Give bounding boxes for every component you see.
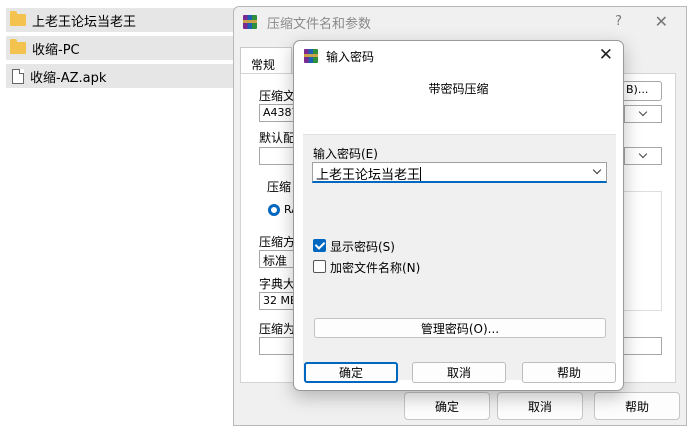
- text-caret: [420, 167, 422, 181]
- screen: 上老王论坛当老王 收缩-PC 收缩-AZ.apk 压缩文件名和参数 ? ✕ 常规…: [0, 0, 687, 426]
- encrypt-file-names-label: 加密文件名称(N): [330, 261, 421, 275]
- archive-name-label: 压缩文: [259, 89, 296, 103]
- folder-icon: [10, 11, 26, 26]
- file-icon: [12, 68, 24, 84]
- encrypt-file-names-checkbox[interactable]: [313, 260, 326, 273]
- folder-icon: [10, 39, 26, 54]
- file-name: 上老王论坛当老王: [32, 14, 137, 30]
- archive-dialog-title: 压缩文件名和参数: [267, 16, 372, 32]
- file-item-folder-1[interactable]: 上老王论坛当老王: [6, 8, 234, 32]
- browse-button[interactable]: B)...: [622, 81, 662, 101]
- chevron-down-icon[interactable]: [592, 165, 602, 175]
- archive-ok-button[interactable]: 确定: [404, 392, 490, 420]
- winrar-icon: [304, 49, 318, 63]
- enter-password-dialog: 输入密码 ✕ 带密码压缩 输入密码(E) 上老王论坛当老王 显示密码(S) 加密…: [293, 40, 624, 391]
- file-item-folder-2[interactable]: 收缩-PC: [6, 36, 234, 60]
- archive-name-dropdown[interactable]: [624, 105, 662, 123]
- close-icon[interactable]: ✕: [599, 45, 613, 65]
- password-ok-button[interactable]: 确定: [304, 362, 398, 383]
- file-name: 收缩-AZ.apk: [30, 70, 107, 86]
- winrar-icon: [243, 15, 257, 29]
- password-cancel-button[interactable]: 取消: [412, 362, 506, 383]
- password-dialog-body: 输入密码(E) 上老王论坛当老王 显示密码(S) 加密文件名称(N) 管理密码(…: [303, 134, 616, 380]
- password-help-button[interactable]: 帮助: [522, 362, 616, 383]
- show-password-checkbox[interactable]: [313, 239, 326, 252]
- format-group-label: 压缩: [267, 180, 292, 194]
- password-label: 输入密码(E): [313, 147, 378, 161]
- split-volumes-label: 压缩为: [259, 322, 296, 336]
- update-mode-dropdown[interactable]: [624, 147, 662, 165]
- set-password-area[interactable]: [622, 337, 662, 355]
- archive-cancel-button[interactable]: 取消: [497, 392, 583, 420]
- file-name: 收缩-PC: [32, 42, 80, 58]
- manage-passwords-button[interactable]: 管理密码(O)...: [314, 318, 606, 338]
- dictionary-label: 字典大: [259, 277, 296, 291]
- help-icon[interactable]: ?: [615, 14, 622, 29]
- show-password-label: 显示密码(S): [330, 240, 395, 254]
- close-icon[interactable]: ✕: [655, 12, 668, 31]
- password-value: 上老王论坛当老王: [316, 168, 421, 183]
- password-dialog-titlebar: 输入密码: [294, 41, 623, 71]
- default-profile-label: 默认配: [259, 131, 296, 145]
- password-dialog-title: 输入密码: [326, 49, 375, 64]
- format-radio-rar[interactable]: [268, 204, 280, 216]
- file-item-apk[interactable]: 收缩-AZ.apk: [6, 64, 234, 88]
- password-dialog-header: 带密码压缩: [428, 82, 489, 96]
- method-label: 压缩方: [259, 235, 296, 249]
- archive-help-button[interactable]: 帮助: [594, 392, 680, 420]
- password-input[interactable]: 上老王论坛当老王: [312, 162, 607, 183]
